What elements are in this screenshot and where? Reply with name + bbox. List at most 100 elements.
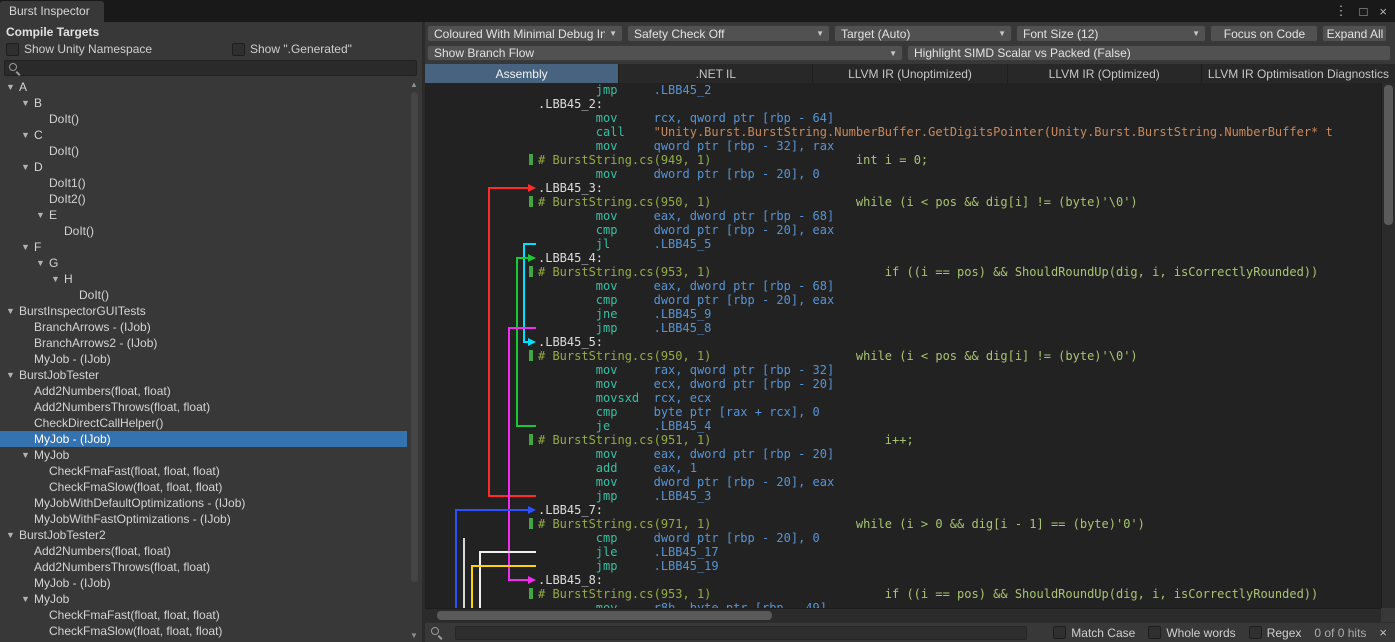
tree-item[interactable]: ▼D [0,159,407,175]
tree-item[interactable]: ▼BurstJobTester [0,367,407,383]
tree-item[interactable]: ▼MyJob [0,447,407,463]
tree-item[interactable]: CheckFmaSlow(float, float, float) [0,479,407,495]
tree-item-label: DoIt() [49,112,79,126]
tab-assembly[interactable]: Assembly [425,64,618,83]
close-icon[interactable]: × [1379,4,1387,19]
tree-item[interactable]: DoIt() [0,223,407,239]
scrollbar-thumb[interactable] [437,611,772,620]
target-dropdown[interactable]: Target (Auto)▼ [834,25,1012,42]
tree-item[interactable]: BranchArrows - (IJob) [0,319,407,335]
expander-icon[interactable]: ▼ [21,450,34,460]
expander-icon[interactable]: ▼ [21,130,34,140]
code-line: .LBB45_5: [425,335,1381,349]
tree-item[interactable]: CheckFmaSlow(float, float, float) [0,623,407,639]
dropdown-caret-icon: ▼ [1192,29,1200,38]
simd-highlight-button-label: Highlight SIMD Scalar vs Packed (False) [914,46,1131,60]
checkbox-box[interactable] [1148,626,1161,639]
focus-on-code-button[interactable]: Focus on Code [1210,25,1318,42]
find-input[interactable] [455,626,1027,640]
maximize-icon[interactable]: □ [1360,4,1368,19]
simd-highlight-button[interactable]: Highlight SIMD Scalar vs Packed (False) [907,45,1391,61]
tree-item[interactable]: ▼B [0,95,407,111]
safety-check-dropdown[interactable]: Safety Check Off▼ [627,25,830,42]
debug-info-dropdown[interactable]: Coloured With Minimal Debug Info▼ [427,25,623,42]
expander-icon[interactable]: ▼ [36,210,49,220]
expander-icon[interactable]: ▼ [21,98,34,108]
tree-item[interactable]: CheckFmaFast(float, float, float) [0,607,407,623]
regex-checkbox[interactable]: Regex [1249,626,1302,640]
tree-item[interactable]: ▼C [0,127,407,143]
tree-item[interactable]: ▼BurstInspectorGUITests [0,303,407,319]
tab-llvm-ir-optimized[interactable]: LLVM IR (Optimized) [1008,64,1201,83]
tree-scrollbar[interactable]: ▲ ▼ [408,80,421,640]
tree-item[interactable]: MyJobWithFastOptimizations - (IJob) [0,511,407,527]
tree-item[interactable]: CheckDirectCallHelper() [0,415,407,431]
show-unity-namespace-checkbox[interactable]: Show Unity Namespace [6,42,232,56]
font-size-dropdown[interactable]: Font Size (12)▼ [1016,25,1206,42]
tree-item[interactable]: ▼E [0,207,407,223]
tree-item-label: Add2NumbersThrows(float, float) [34,560,210,574]
tree-item[interactable]: MyJob - (IJob) [0,351,407,367]
code-line: cmp byte ptr [rax + rcx], 0 [425,405,1381,419]
expander-icon[interactable]: ▼ [6,370,19,380]
tree-item[interactable]: ▼A [0,79,407,95]
expander-icon[interactable]: ▼ [21,242,34,252]
tree-item[interactable]: DoIt2() [0,191,407,207]
checkbox-box[interactable] [1053,626,1066,639]
checkbox-box[interactable] [232,43,245,56]
branch-flow-dropdown[interactable]: Show Branch Flow▼ [427,45,903,61]
expander-icon[interactable]: ▼ [6,306,19,316]
tree-item-label: BranchArrows - (IJob) [34,320,151,334]
tree-item[interactable]: DoIt() [0,143,407,159]
compile-targets-searchbox[interactable] [4,60,417,76]
debug-info-dropdown-label: Coloured With Minimal Debug Info [434,27,605,41]
tab-net-il[interactable]: .NET IL [619,64,812,83]
tree-item[interactable]: BranchArrows2 - (IJob) [0,335,407,351]
whole-words-checkbox[interactable]: Whole words [1148,626,1235,640]
tree-item[interactable]: DoIt1() [0,175,407,191]
checkbox-box[interactable] [6,43,19,56]
tree-item[interactable]: Add2NumbersThrows(float, float) [0,399,407,415]
burst-inspector-tab[interactable]: Burst Inspector [0,1,104,22]
tree-item-label: H [64,272,73,286]
tree-item[interactable]: Add2NumbersThrows(float, float) [0,559,407,575]
tree-item[interactable]: ▼BurstJobTester2 [0,527,407,543]
expander-icon[interactable]: ▼ [36,258,49,268]
tree-item[interactable]: ▼H [0,271,407,287]
tree-item[interactable]: ▼F [0,239,407,255]
compile-targets-search-input[interactable] [24,62,412,74]
expander-icon[interactable]: ▼ [21,162,34,172]
expander-icon[interactable]: ▼ [6,530,19,540]
code-horizontal-scrollbar[interactable] [425,608,1381,622]
window-menu-icon[interactable]: ⋮ [1335,3,1348,19]
tree-item[interactable]: MyJobWithDefaultOptimizations - (IJob) [0,495,407,511]
expand-all-button[interactable]: Expand All [1322,25,1387,42]
tree-item-label: BranchArrows2 - (IJob) [34,336,157,350]
expander-icon[interactable]: ▼ [6,82,19,92]
scroll-up-icon[interactable]: ▲ [410,80,418,89]
show-generated-checkbox[interactable]: Show ".Generated" [232,42,352,56]
source-line-marker [529,266,533,277]
scrollbar-thumb[interactable] [1384,85,1393,225]
close-find-icon[interactable]: × [1379,625,1387,640]
tree-item[interactable]: Add2Numbers(float, float) [0,543,407,559]
scroll-down-icon[interactable]: ▼ [410,631,418,640]
scrollbar-thumb[interactable] [411,92,418,582]
match-case-checkbox[interactable]: Match Case [1053,626,1135,640]
expander-icon[interactable]: ▼ [51,274,64,284]
tree-item[interactable]: CheckFmaFast(float, float, float) [0,463,407,479]
tree-item[interactable]: DoIt() [0,111,407,127]
tree-item[interactable]: ▼MyJob [0,591,407,607]
tree-item[interactable]: Add2Numbers(float, float) [0,383,407,399]
tab-llvm-ir-unoptimized[interactable]: LLVM IR (Unoptimized) [813,64,1006,83]
code-line: cmp dword ptr [rbp - 20], 0 [425,531,1381,545]
code-line: .LBB45_8: [425,573,1381,587]
tree-item[interactable]: MyJob - (IJob) [0,431,407,447]
tree-item[interactable]: MyJob - (IJob) [0,575,407,591]
checkbox-box[interactable] [1249,626,1262,639]
tree-item[interactable]: DoIt() [0,287,407,303]
expander-icon[interactable]: ▼ [21,594,34,604]
code-vertical-scrollbar[interactable] [1381,83,1395,608]
tab-llvm-ir-optimisation-diagnostics[interactable]: LLVM IR Optimisation Diagnostics [1202,64,1395,83]
tree-item[interactable]: ▼G [0,255,407,271]
